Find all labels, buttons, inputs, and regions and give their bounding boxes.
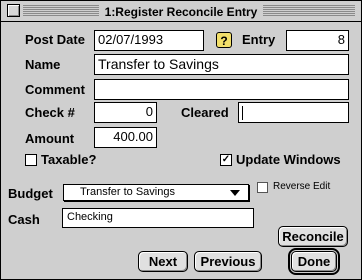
budget-popup-value: Transfer to Savings xyxy=(80,186,175,198)
cash-label: Cash xyxy=(8,212,40,227)
text-cursor xyxy=(242,105,243,120)
register-reconcile-window: 1:Register Reconcile Entry Post Date 02/… xyxy=(0,0,362,280)
comment-label: Comment xyxy=(25,82,85,97)
reverse-edit-label: Reverse Edit xyxy=(273,181,331,192)
reconcile-button[interactable]: Reconcile xyxy=(278,226,348,247)
reverse-edit-checkbox[interactable] xyxy=(257,182,268,193)
post-date-label: Post Date xyxy=(25,32,85,47)
taxable-checkbox[interactable] xyxy=(25,154,37,166)
done-button[interactable]: Done xyxy=(288,248,340,275)
post-date-field[interactable]: 02/07/1993 xyxy=(94,30,204,51)
amount-label: Amount xyxy=(25,131,75,146)
cash-field[interactable]: Checking xyxy=(62,208,254,228)
budget-popup-menu[interactable]: Transfer to Savings xyxy=(63,184,249,201)
next-button[interactable]: Next xyxy=(138,251,188,272)
check-number-field[interactable]: 0 xyxy=(94,102,157,123)
amount-field[interactable]: 400.00 xyxy=(94,127,157,148)
window-title: 1:Register Reconcile Entry xyxy=(98,5,264,19)
budget-label: Budget xyxy=(8,186,53,201)
comment-field[interactable] xyxy=(94,79,349,100)
title-bar[interactable]: 1:Register Reconcile Entry xyxy=(1,1,361,22)
cleared-label: Cleared xyxy=(181,105,229,120)
previous-button[interactable]: Previous xyxy=(194,251,262,272)
name-field[interactable]: Transfer to Savings xyxy=(94,54,349,75)
entry-label: Entry xyxy=(242,32,276,47)
triangle-down-icon xyxy=(230,190,240,196)
cleared-field[interactable] xyxy=(238,102,349,123)
taxable-label: Taxable? xyxy=(41,152,97,167)
help-icon[interactable]: ? xyxy=(216,32,232,48)
check-number-label: Check # xyxy=(25,105,75,120)
update-windows-label: Update Windows xyxy=(236,152,341,167)
entry-field[interactable]: 8 xyxy=(286,30,349,51)
name-label: Name xyxy=(25,57,61,72)
update-windows-checkbox[interactable]: ✓ xyxy=(220,154,232,166)
